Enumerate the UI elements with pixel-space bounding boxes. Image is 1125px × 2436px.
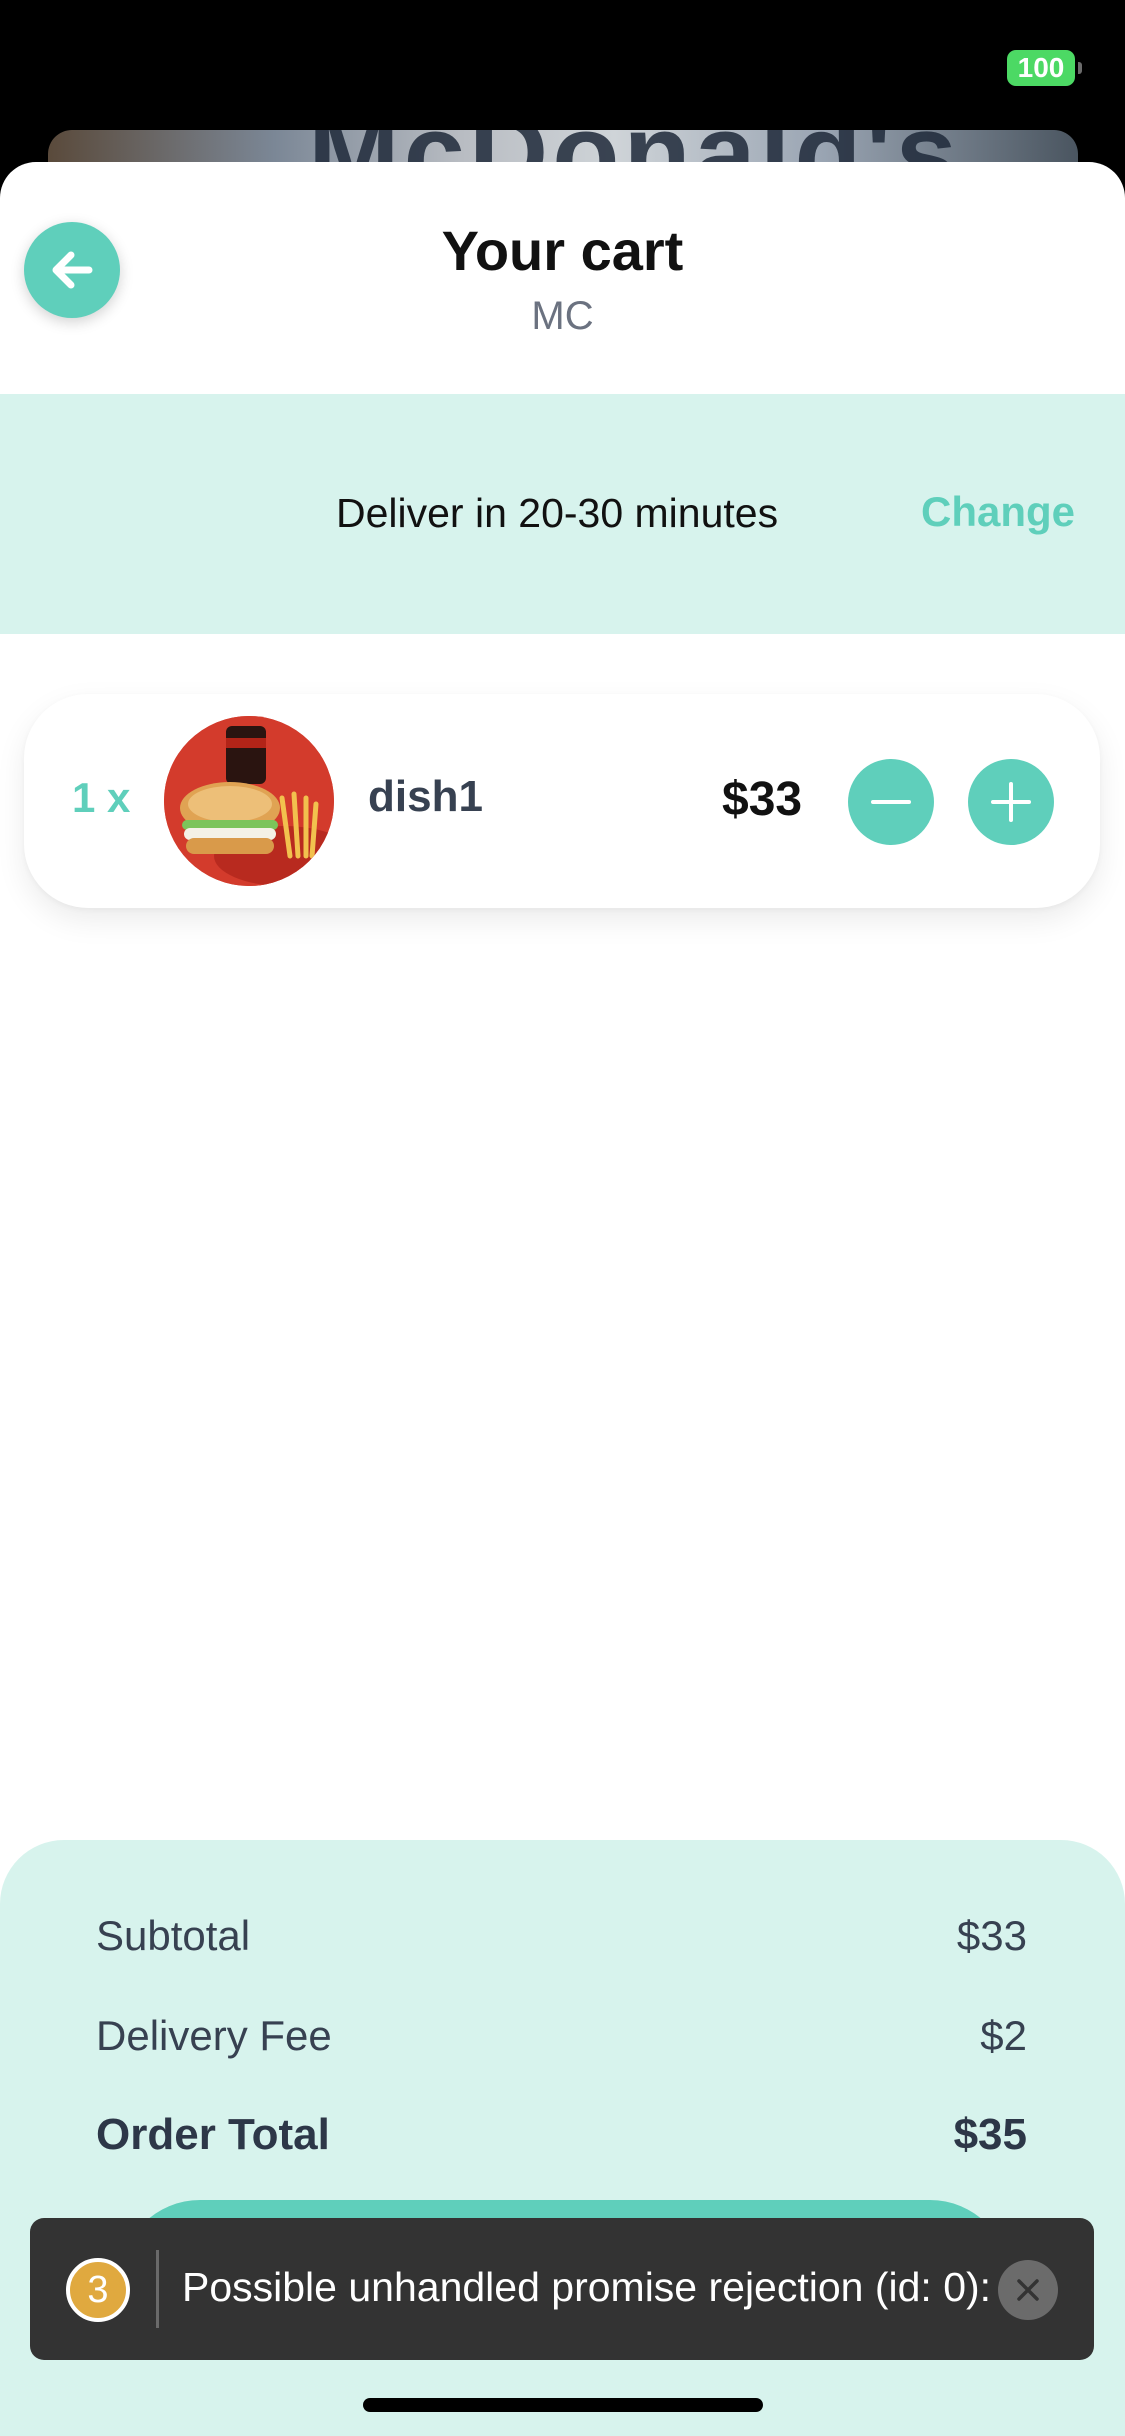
home-indicator [363,2398,763,2412]
toast-divider [156,2250,159,2328]
order-total-label: Order Total [96,2110,330,2159]
increase-quantity-button[interactable] [968,759,1054,845]
order-total-row: Order Total $35 [96,2110,1027,2160]
item-quantity: 1 x [72,774,131,821]
status-bar: 100 [0,0,1125,140]
toast-count-badge: 3 [66,2258,130,2322]
close-icon [1017,2279,1039,2301]
error-toast[interactable]: 3 Possible unhandled promise rejection (… [30,2218,1094,2360]
dish-price: $33 [722,773,803,826]
plus-icon [991,782,1031,822]
dish-name: dish1 [368,772,483,821]
battery-icon: 100 [1007,50,1082,86]
order-total-value: $35 [953,2110,1027,2159]
delivery-time: Deliver in 20-30 minutes [336,490,779,536]
minus-icon [871,800,911,804]
change-delivery-link[interactable]: Change [921,488,1075,536]
page-title: Your cart [441,219,684,282]
subtotal-row: Subtotal $33 [96,1912,1027,1960]
restaurant-name: MC [531,294,594,338]
dish-image [164,716,334,886]
cart-item: 1 x dish1 $33 [24,694,1100,908]
delivery-bar: Deliver in 20-30 minutes Change [0,394,1125,634]
toast-message: Possible unhandled promise rejection (id… [182,2264,992,2310]
subtotal-value: $33 [956,1912,1027,1959]
delivery-fee-row: Delivery Fee $2 [96,2012,1027,2060]
delivery-fee-label: Delivery Fee [96,2012,332,2059]
toast-close-button[interactable] [998,2260,1058,2320]
delivery-fee-value: $2 [980,2012,1027,2059]
decrease-quantity-button[interactable] [848,759,934,845]
cart-sheet: Your cart MC Deliver in 20-30 minutes Ch… [0,162,1125,2436]
subtotal-label: Subtotal [96,1912,251,1959]
